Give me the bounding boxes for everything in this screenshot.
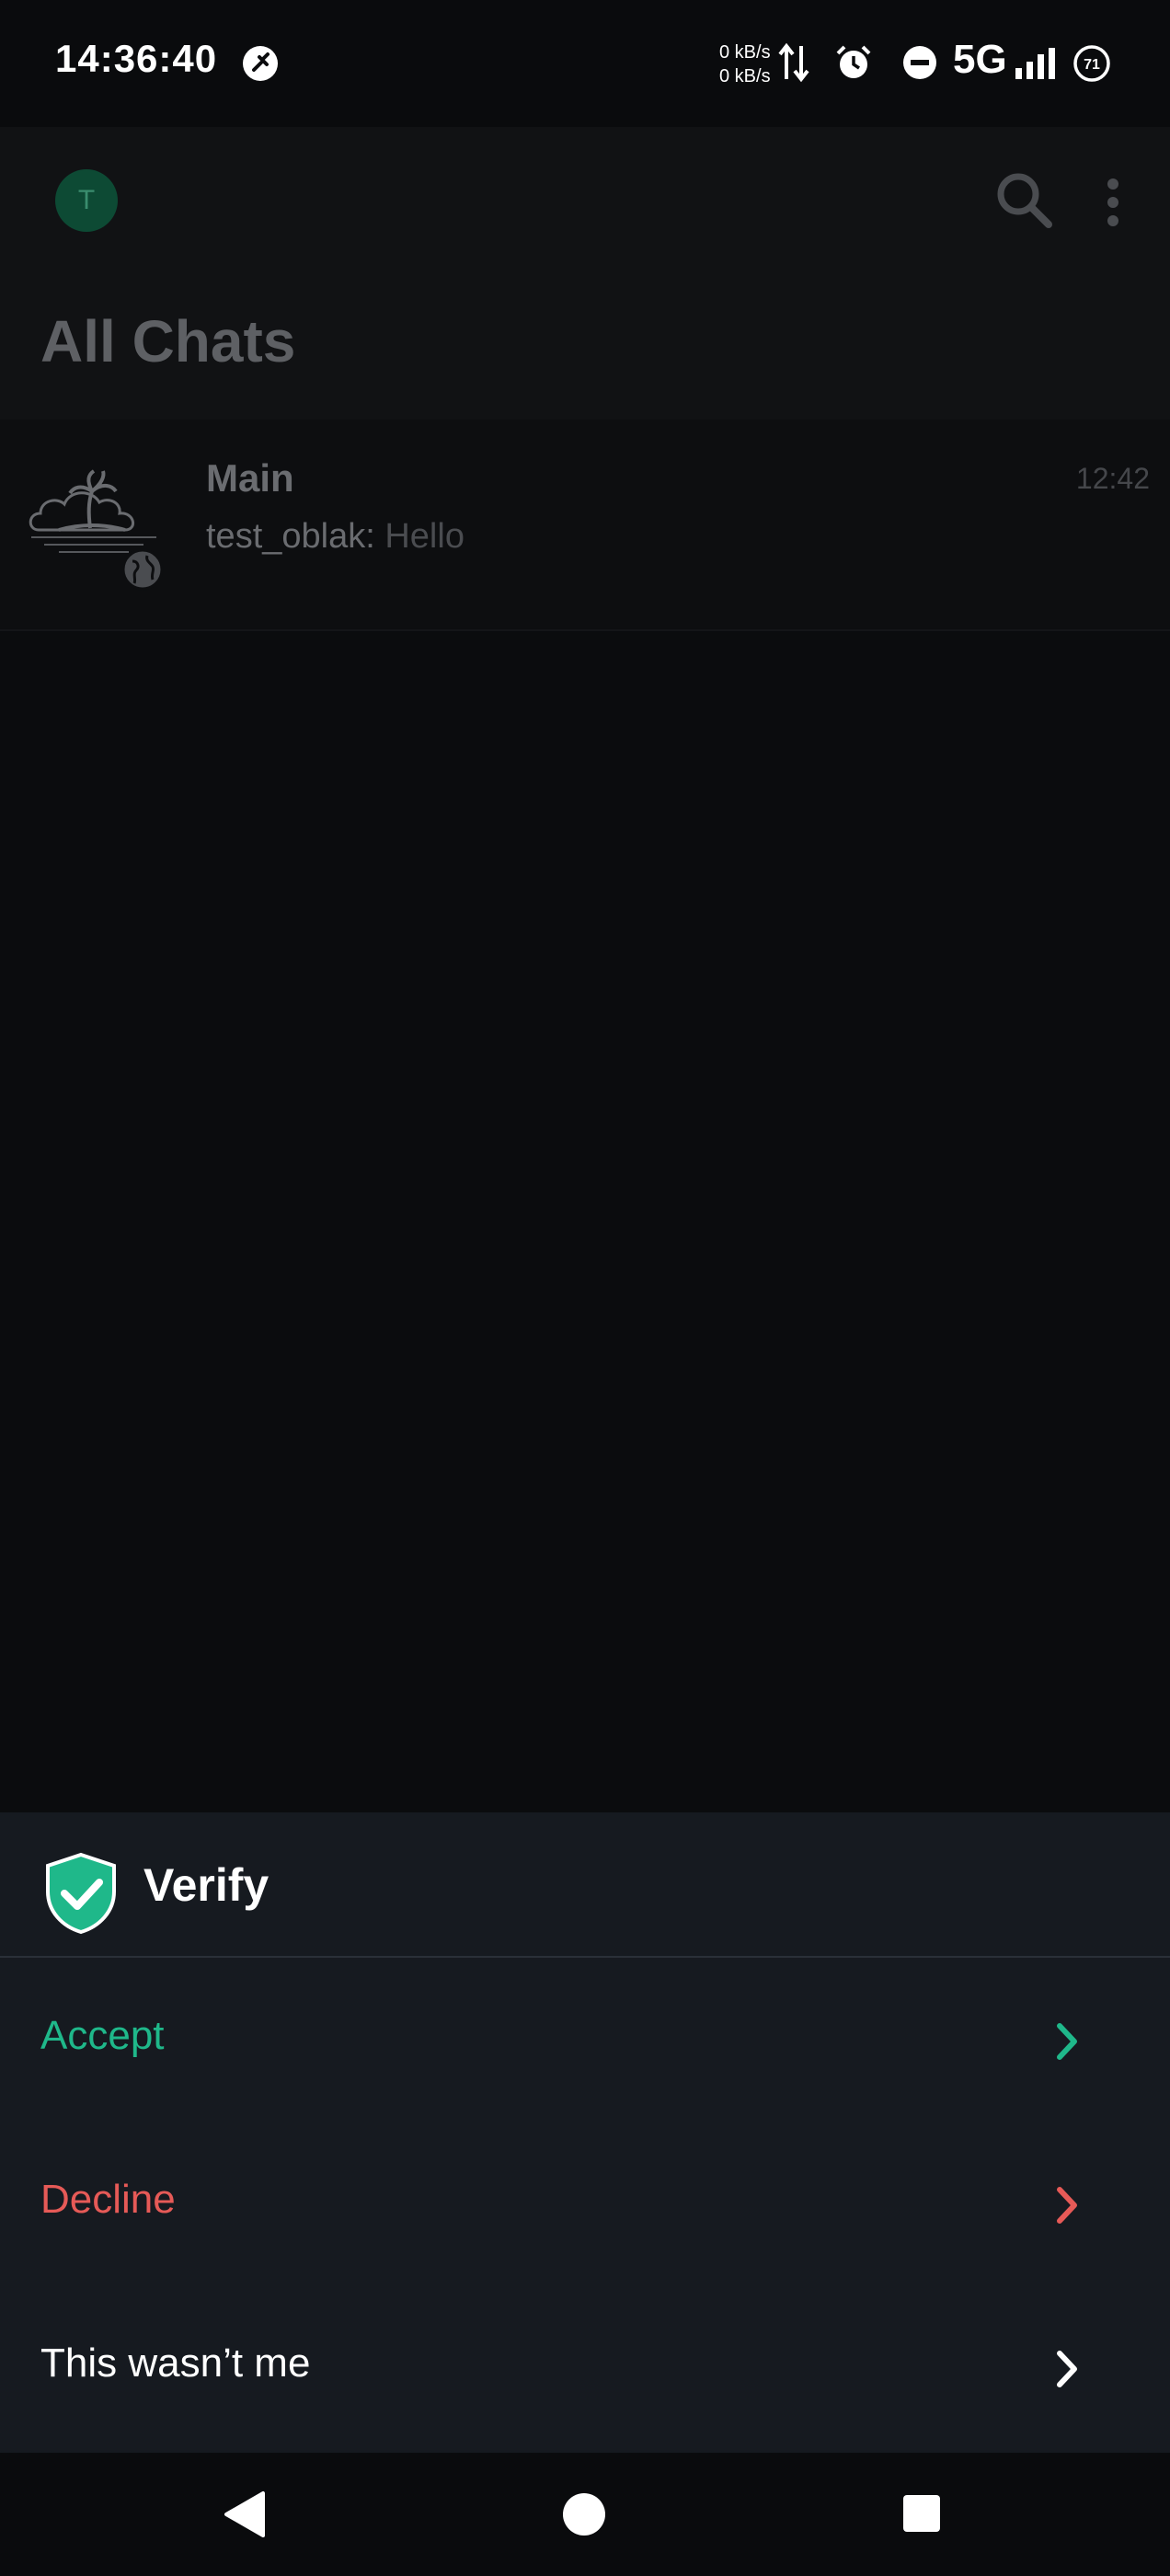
battery-icon: 71 (1073, 45, 1110, 82)
not-me-label: This wasn’t me (40, 2340, 311, 2386)
decline-label: Decline (40, 2177, 176, 2222)
app-badge-icon (243, 46, 278, 81)
chat-name: Main (206, 456, 294, 500)
page-title: All Chats (40, 308, 296, 374)
avatar[interactable]: T (55, 169, 118, 232)
net-speed: 0 kB/s 0 kB/s (719, 40, 771, 88)
more-vert-icon[interactable] (1102, 175, 1124, 230)
nav-bar (0, 2453, 1170, 2576)
shield-check-icon (46, 1852, 116, 1935)
chat-message: Hello (384, 517, 465, 556)
accept-option[interactable]: Accept (0, 1960, 1170, 2123)
chat-list-item[interactable] (0, 420, 1170, 631)
decline-option[interactable]: Decline (0, 2123, 1170, 2287)
verify-sheet: Verify Accept Decline This wasn’t me (0, 1812, 1170, 2453)
signal-icon (1015, 48, 1055, 79)
chevron-right-icon (1057, 2023, 1077, 2060)
status-bar: 14:36:40 0 kB/s 0 kB/s 5G 71 (0, 0, 1170, 127)
globe-icon (121, 548, 164, 591)
chat-time: 12:42 (1075, 462, 1150, 495)
accept-label: Accept (40, 2013, 165, 2058)
screen: 14:36:40 0 kB/s 0 kB/s 5G 71 T All Chats… (0, 0, 1170, 2576)
back-icon[interactable] (221, 2490, 269, 2539)
alarm-icon (836, 45, 871, 78)
chat-sender: test_oblak (206, 517, 366, 556)
not-me-option[interactable]: This wasn’t me (0, 2287, 1170, 2451)
data-arrows-icon (778, 42, 809, 83)
sheet-title: Verify (143, 1859, 270, 1911)
chat-separator: : (365, 517, 385, 556)
net-down-text: 0 kB/s (719, 66, 771, 86)
battery-level: 71 (1084, 57, 1100, 73)
dnd-icon (903, 46, 936, 79)
chevron-right-icon (1057, 2351, 1077, 2387)
net-up-text: 0 kB/s (719, 42, 771, 63)
home-icon[interactable] (561, 2491, 607, 2537)
sheet-header: Verify (0, 1812, 1170, 1958)
status-clock: 14:36:40 (55, 37, 218, 80)
chevron-right-icon (1057, 2187, 1077, 2224)
chat-preview: test_oblak: Hello (206, 517, 465, 557)
search-icon[interactable] (993, 169, 1054, 230)
network-type: 5G (953, 37, 1007, 82)
recents-icon[interactable] (901, 2493, 942, 2534)
